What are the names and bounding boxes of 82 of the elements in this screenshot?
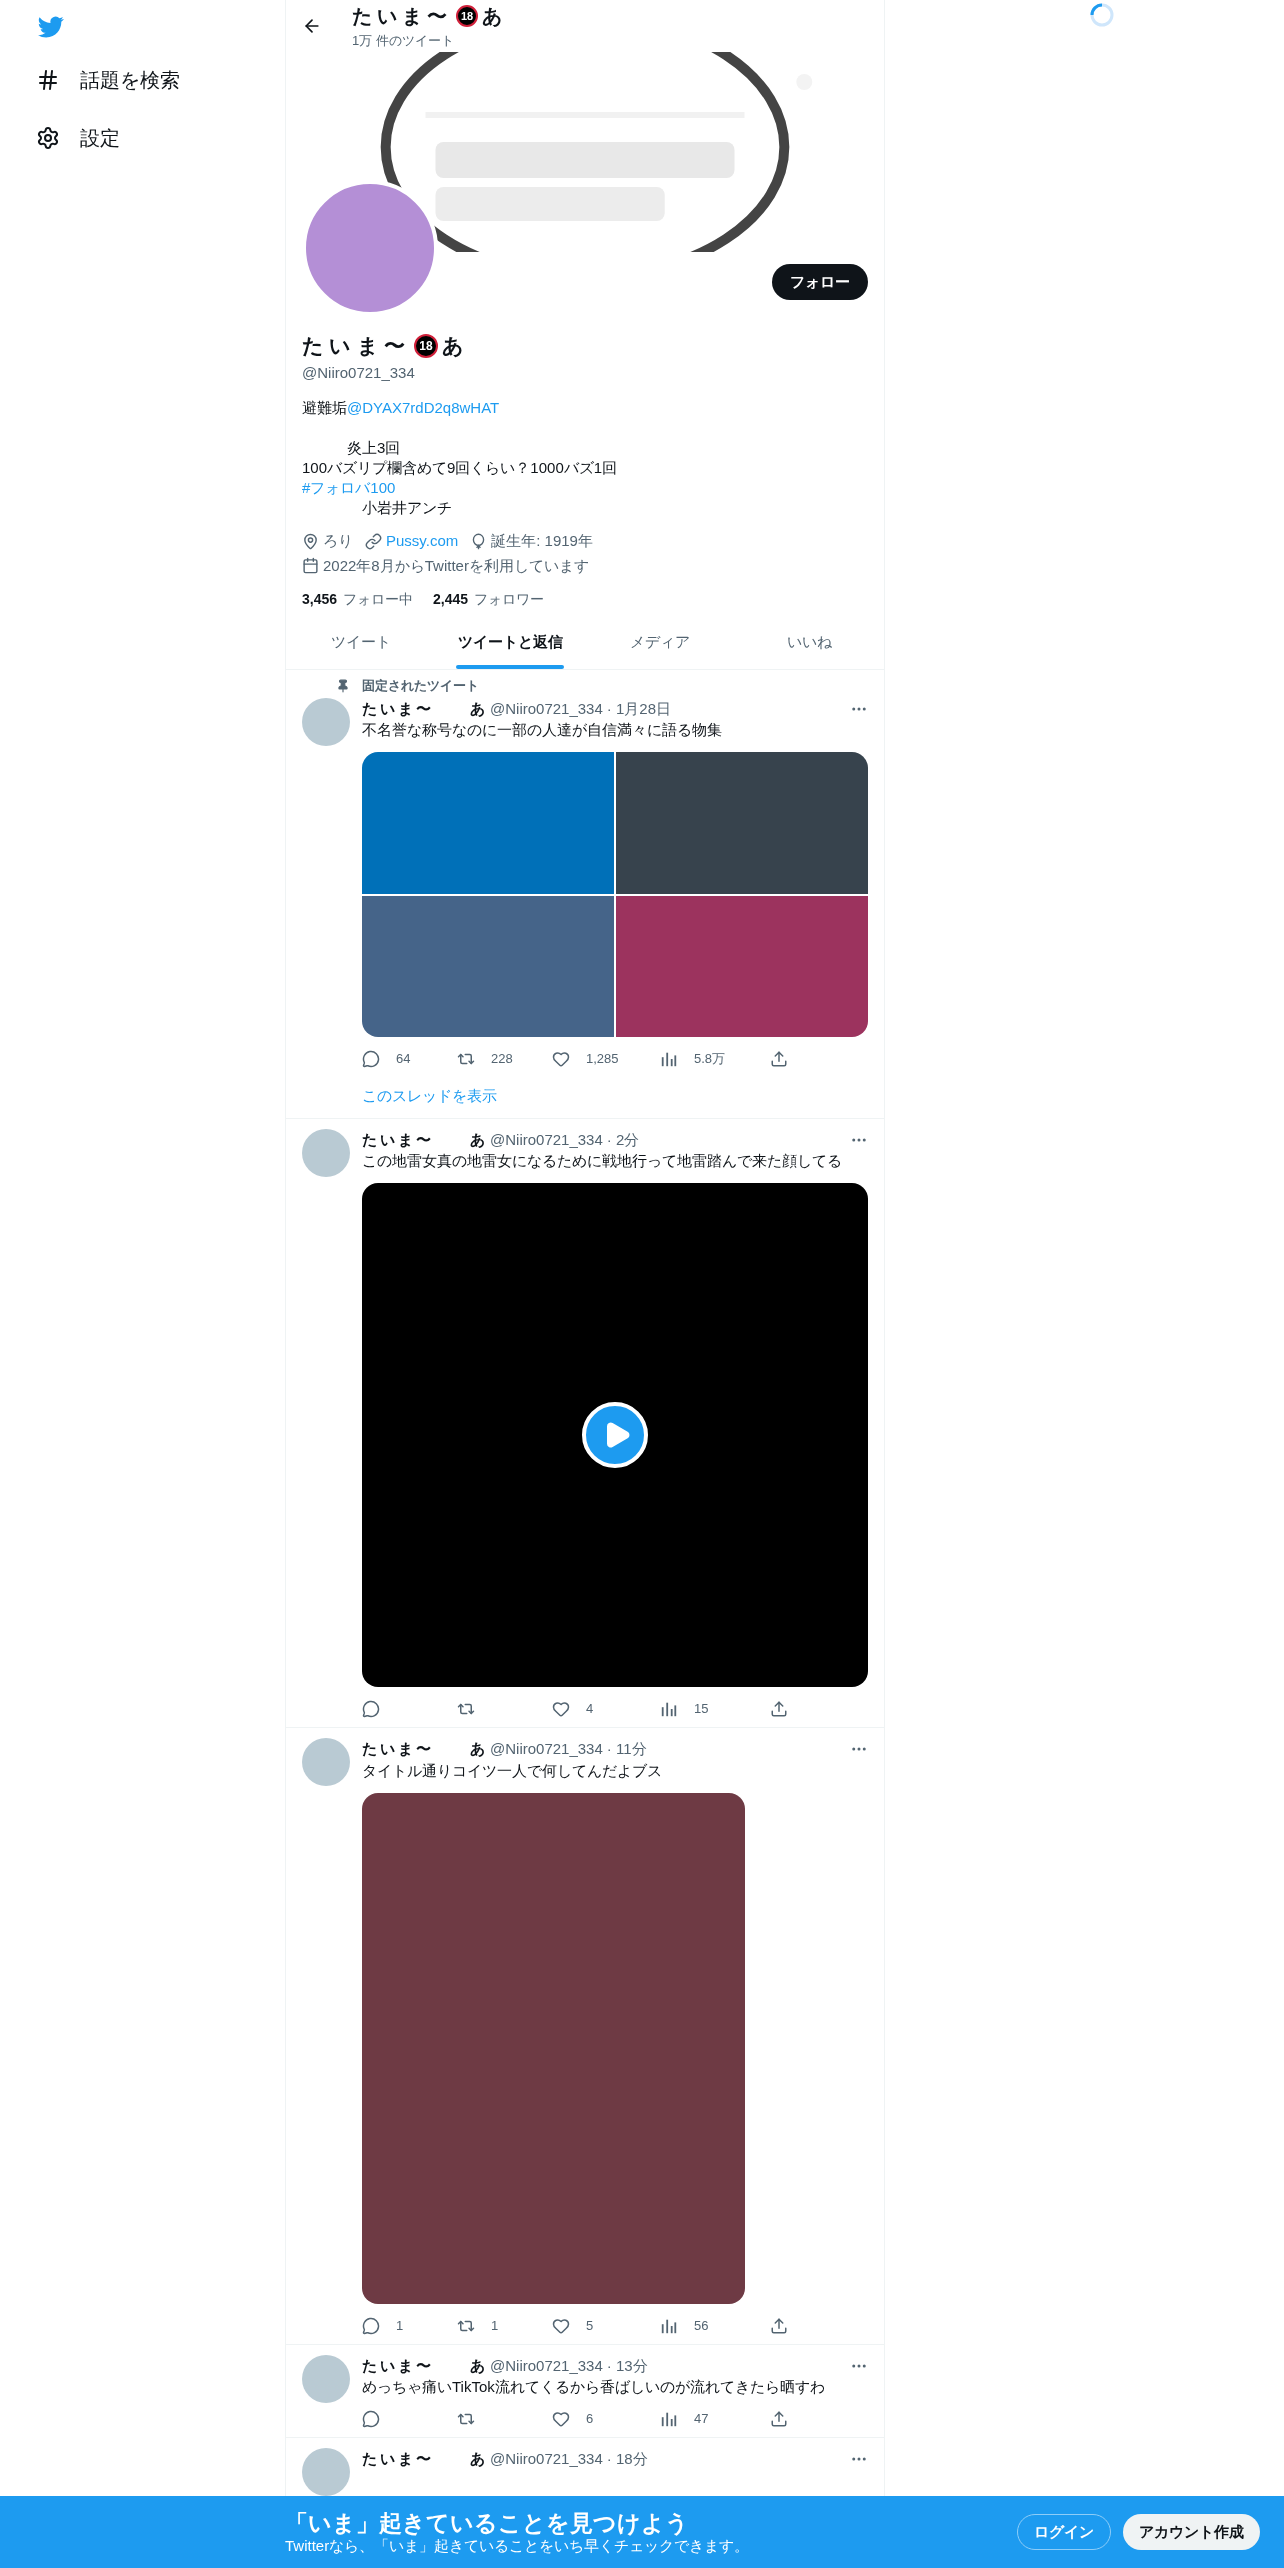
action-count: 15 xyxy=(694,1700,709,1719)
sidebar-item[interactable]: 話題を検索 xyxy=(36,62,285,98)
profile-tab[interactable]: いいね xyxy=(734,616,884,669)
adults-only-badge: 18 xyxy=(456,5,478,28)
author-name[interactable]: たいま〜 あ xyxy=(362,2448,488,2471)
action-count: 56 xyxy=(694,2316,709,2335)
author-handle[interactable]: @Niiro0721_334 xyxy=(490,697,603,720)
link-icon xyxy=(365,532,382,550)
action-count: 6 xyxy=(586,2410,594,2429)
author-name[interactable]: たいま〜 あ xyxy=(362,1738,488,1761)
author-name[interactable]: たいま〜 あ xyxy=(362,2354,488,2377)
profile-info: 2022年8月からTwitterを利用しています xyxy=(323,555,589,576)
profile-title-tail: あ xyxy=(482,4,502,30)
bio-text: 100バズリプ欄含めて9回くらい？1000バズ1回 xyxy=(302,459,618,476)
profile-title: たいま〜 xyxy=(352,4,452,30)
followers-link[interactable]: 2,445 フォロワー xyxy=(433,589,545,610)
pinned-label: 固定されたツイート xyxy=(362,677,479,695)
profile-name-tail: あ xyxy=(442,333,464,360)
share-icon[interactable] xyxy=(770,1700,788,1718)
author-handle[interactable]: @Niiro0721_334 xyxy=(490,2448,603,2471)
share-icon[interactable] xyxy=(770,1050,788,1068)
action-count: 5 xyxy=(586,2316,594,2335)
tweet-text: 不名誉な称号なのに一部の人達が自信満々に語る物集 xyxy=(362,720,722,740)
signup-title: 「いま」起きていることを見つけよう xyxy=(285,2509,690,2537)
bar-chart-icon[interactable] xyxy=(660,1050,678,1068)
calendar-icon xyxy=(302,557,319,575)
tweet-time[interactable]: · 2分 xyxy=(606,1128,640,1151)
signup-button[interactable]: アカウント作成 xyxy=(1123,2514,1260,2550)
profile-handle: @Niiro0721_334 xyxy=(302,362,415,383)
tweet-text: この地雷女真の地雷女になるために戦地行って地雷踏んで来た顔してる xyxy=(362,1151,842,1171)
profile-info: ろり xyxy=(323,531,353,551)
signup-subtitle: Twitterなら、「いま」起きていることをいち早くチェックできます。 xyxy=(285,2537,750,2555)
like-icon[interactable] xyxy=(552,1050,570,1068)
profile-tab[interactable]: メディア xyxy=(585,616,735,669)
action-count: 1 xyxy=(396,2316,404,2335)
tweet-text: タイトル通りコイツ一人で何してんだよブス xyxy=(362,1760,662,1781)
settings-icon xyxy=(36,126,60,150)
author-handle[interactable]: @Niiro0721_334 xyxy=(490,1128,603,1151)
reply-icon[interactable] xyxy=(362,1700,380,1718)
bird-logo-icon[interactable] xyxy=(36,14,66,40)
author-name[interactable]: たいま〜 あ xyxy=(362,697,488,720)
action-count: 1,285 xyxy=(586,1050,619,1069)
tweet-text: めっちゃ痛いTikTok流れてくるから香ばしいのが流れてきたら晒すわ xyxy=(362,2377,825,2397)
share-icon[interactable] xyxy=(770,2316,788,2335)
action-count: 4 xyxy=(586,1700,594,1719)
location-pin-icon xyxy=(302,532,319,550)
profile-name: たいま〜 xyxy=(302,333,410,359)
share-icon[interactable] xyxy=(770,2410,788,2428)
tweet-time[interactable]: · 1月28日 xyxy=(606,697,671,720)
action-count: 1 xyxy=(491,2316,499,2335)
reply-icon[interactable] xyxy=(362,2316,380,2335)
follow-button[interactable]: フォロー xyxy=(772,264,868,300)
hashtag-icon xyxy=(36,68,60,92)
profile-tab[interactable]: ツイート xyxy=(286,616,436,669)
action-count: 47 xyxy=(694,2410,709,2429)
action-count: 228 xyxy=(491,1050,513,1069)
bio-text: 炎上3回 xyxy=(346,439,401,456)
sidebar-item[interactable]: 設定 xyxy=(36,120,285,156)
author-handle[interactable]: @Niiro0721_334 xyxy=(490,1738,603,1761)
action-count: 64 xyxy=(396,1050,411,1069)
author-handle[interactable]: @Niiro0721_334 xyxy=(490,2354,603,2377)
tweet-time[interactable]: · 11分 xyxy=(606,1738,647,1761)
tweet-time[interactable]: · 18分 xyxy=(606,2448,648,2471)
bio-text: 避難垢 xyxy=(302,399,347,416)
loading-spinner-icon xyxy=(1089,2,1115,28)
reply-icon[interactable] xyxy=(362,1050,380,1068)
bar-chart-icon[interactable] xyxy=(660,2410,678,2428)
bio-text: 小岩井アンチ xyxy=(361,499,452,516)
author-name[interactable]: たいま〜 あ xyxy=(362,1128,488,1151)
following-link[interactable]: 3,456 フォロー中 xyxy=(302,589,414,610)
pin-icon xyxy=(336,678,350,693)
tweet-count: 1万 件のツイート xyxy=(352,32,455,51)
bar-chart-icon[interactable] xyxy=(660,1700,678,1718)
like-icon[interactable] xyxy=(552,2410,570,2428)
like-icon[interactable] xyxy=(552,1700,570,1718)
adults-only-badge: 18 xyxy=(414,333,438,358)
like-icon[interactable] xyxy=(552,2316,570,2335)
action-count: 5.8万 xyxy=(694,1050,726,1069)
profile-tab[interactable]: ツイートと返信 xyxy=(435,616,585,669)
reply-icon[interactable] xyxy=(362,2410,380,2428)
tweet-time[interactable]: · 13分 xyxy=(606,2354,648,2377)
profile-info: 誕生年: 1919年 xyxy=(491,531,593,551)
